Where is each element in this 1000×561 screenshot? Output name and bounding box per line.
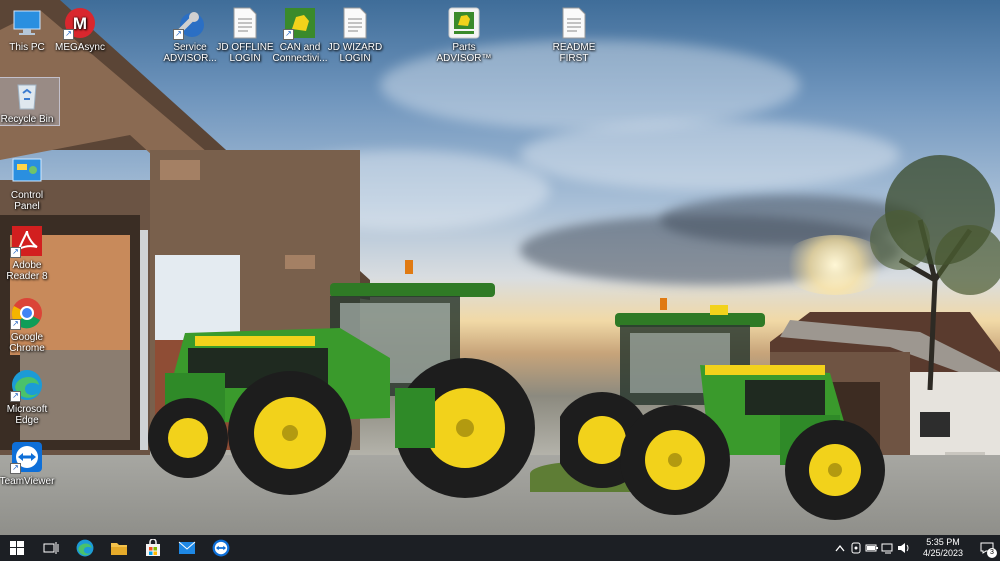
shortcut-arrow-icon: ↗ xyxy=(10,247,21,258)
taskbar-edge-button[interactable] xyxy=(68,535,102,561)
desktop-icon-google-chrome[interactable]: ↗ Google Chrome xyxy=(0,296,59,354)
chevron-up-icon xyxy=(835,544,845,552)
show-hidden-icons-button[interactable] xyxy=(832,535,848,561)
notification-center-button[interactable]: 3 xyxy=(974,535,1000,561)
text-document-icon xyxy=(228,6,262,40)
chrome-icon: ↗ xyxy=(10,296,44,330)
task-view-button[interactable] xyxy=(34,535,68,561)
tray-battery-button[interactable] xyxy=(864,535,880,561)
taskbar-mail-button[interactable] xyxy=(170,535,204,561)
desktop-icon-label: Adobe Reader 8 xyxy=(6,260,48,282)
shortcut-arrow-icon: ↗ xyxy=(10,463,21,474)
taskbar: 5:35 PM 4/25/2023 3 xyxy=(0,535,1000,561)
desktop-wallpaper[interactable]: This PC M ↗ MEGAsync ↗ Service ADVISOR..… xyxy=(0,0,1000,535)
taskbar-teamviewer-button[interactable] xyxy=(204,535,238,561)
desktop-icon-label: Parts ADVISOR™ xyxy=(436,42,492,64)
edge-icon xyxy=(76,539,94,557)
desktop-icon-megasync[interactable]: M ↗ MEGAsync xyxy=(48,6,112,53)
desktop-icon-label: JD WIZARD LOGIN xyxy=(327,42,383,64)
tractor-left-image xyxy=(148,260,535,498)
megasync-icon: M ↗ xyxy=(63,6,97,40)
desktop-icon-label: Recycle Bin xyxy=(0,114,54,125)
svg-text:M: M xyxy=(73,14,87,33)
tray-device-icon-button[interactable] xyxy=(848,535,864,561)
clock-date: 4/25/2023 xyxy=(922,548,964,558)
this-pc-icon xyxy=(10,6,44,40)
adobe-reader-icon: ↗ xyxy=(10,224,44,258)
desktop-icon-readme-first[interactable]: README FIRST xyxy=(542,6,606,64)
shortcut-arrow-icon: ↗ xyxy=(10,319,21,330)
network-icon xyxy=(881,543,893,554)
mail-icon xyxy=(178,541,196,554)
desktop-icon-label: Google Chrome xyxy=(9,332,45,354)
desktop-icon-parts-advisor[interactable]: Parts ADVISOR™ xyxy=(432,6,496,64)
recycle-bin-icon xyxy=(10,78,44,112)
taskbar-clock[interactable]: 5:35 PM 4/25/2023 xyxy=(912,537,974,559)
desktop-icon-label: README FIRST xyxy=(552,42,596,64)
desktop-icon-label: Microsoft Edge xyxy=(6,404,48,426)
microsoft-store-icon xyxy=(146,539,160,556)
service-advisor-icon: ↗ xyxy=(173,6,207,40)
desktop-icon-label: MEGAsync xyxy=(54,42,105,53)
desktop-icon-teamviewer[interactable]: ↗ TeamViewer xyxy=(0,440,59,487)
teamviewer-icon: ↗ xyxy=(10,440,44,474)
text-document-icon xyxy=(338,6,372,40)
desktop-icon-adobe-reader[interactable]: ↗ Adobe Reader 8 xyxy=(0,224,59,282)
text-document-icon xyxy=(557,6,591,40)
taskbar-file-explorer-button[interactable] xyxy=(102,535,136,561)
shortcut-arrow-icon: ↗ xyxy=(173,29,184,40)
tray-volume-button[interactable] xyxy=(896,535,912,561)
tractor-right-image xyxy=(560,298,885,520)
desktop-icon-jd-wizard-login[interactable]: JD WIZARD LOGIN xyxy=(323,6,387,64)
taskbar-store-button[interactable] xyxy=(136,535,170,561)
desktop-icon-recycle-bin[interactable]: Recycle Bin xyxy=(0,77,60,126)
notification-count-badge: 3 xyxy=(987,548,997,558)
control-panel-icon xyxy=(10,154,44,188)
tray-network-button[interactable] xyxy=(880,535,896,561)
desktop-icon-control-panel[interactable]: Control Panel xyxy=(0,154,59,212)
file-explorer-icon xyxy=(111,543,127,555)
desktop-icon-label: TeamViewer xyxy=(0,476,55,487)
windows-logo-icon xyxy=(10,541,24,555)
device-icon xyxy=(851,542,861,554)
edge-icon: ↗ xyxy=(10,368,44,402)
desktop-icon-microsoft-edge[interactable]: ↗ Microsoft Edge xyxy=(0,368,59,426)
clock-time: 5:35 PM xyxy=(926,537,960,547)
start-button[interactable] xyxy=(0,535,34,561)
shortcut-arrow-icon: ↗ xyxy=(283,29,294,40)
desktop-icon-label: Control Panel xyxy=(10,190,44,212)
john-deere-icon: ↗ xyxy=(283,6,317,40)
system-tray: 5:35 PM 4/25/2023 3 xyxy=(832,535,1000,561)
battery-icon xyxy=(865,544,878,552)
volume-icon xyxy=(898,543,909,553)
teamviewer-icon xyxy=(212,539,230,557)
task-view-icon xyxy=(43,542,59,554)
parts-advisor-icon xyxy=(447,6,481,40)
shortcut-arrow-icon: ↗ xyxy=(10,391,21,402)
shortcut-arrow-icon: ↗ xyxy=(63,29,74,40)
